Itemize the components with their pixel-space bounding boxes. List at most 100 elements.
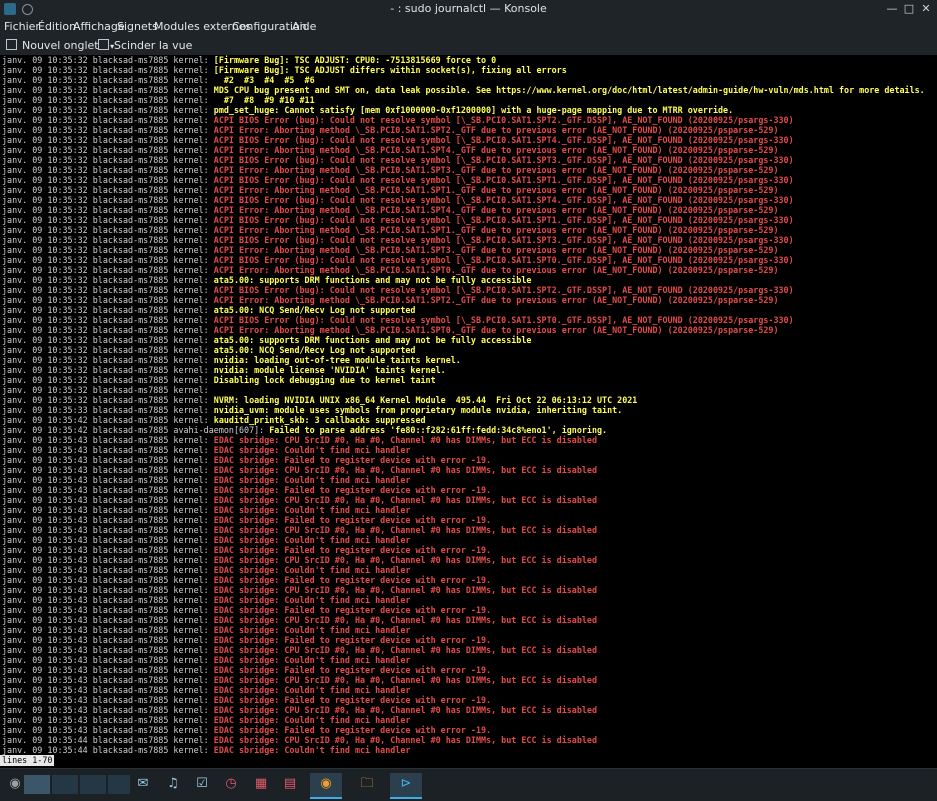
close-icon[interactable]: ✕ (919, 2, 933, 16)
menu-fichier[interactable]: Fichier (4, 20, 40, 33)
menu-signets[interactable]: Signets (117, 20, 158, 33)
app-launcher-icon[interactable]: ◉ (4, 773, 26, 795)
mail-icon[interactable]: ✉ (132, 773, 154, 795)
split-view-button[interactable]: Scinder la vue (98, 38, 192, 53)
log-prefix: janv. 09 10:35:32 blacksad-ms7885 kernel… (2, 315, 214, 325)
menu-aide[interactable]: Aide (292, 20, 316, 33)
log-line: janv. 09 10:35:32 blacksad-ms7885 kernel… (2, 145, 779, 155)
log-line: janv. 09 10:35:43 blacksad-ms7885 kernel… (2, 595, 410, 605)
log-message: ACPI BIOS Error (bug): Could not resolve… (213, 195, 794, 205)
log-message: EDAC sbridge: Couldn't find mci handler (213, 445, 411, 455)
log-message: EDAC sbridge: Couldn't find mci handler (213, 685, 411, 695)
new-tab-label: Nouvel onglet (22, 39, 99, 52)
log-prefix: janv. 09 10:35:32 blacksad-ms7885 kernel… (2, 135, 214, 145)
log-line: janv. 09 10:35:43 blacksad-ms7885 kernel… (2, 695, 491, 705)
log-message: ACPI Error: Aborting method \_SB.PCI0.SA… (213, 125, 779, 135)
log-line: janv. 09 10:35:43 blacksad-ms7885 kernel… (2, 685, 410, 695)
log-prefix: janv. 09 10:35:32 blacksad-ms7885 kernel… (2, 275, 214, 285)
log-message: EDAC sbridge: Failed to register device … (213, 485, 492, 495)
log-message: ata5.00: supports DRM functions and may … (213, 275, 532, 285)
log-line: janv. 09 10:35:32 blacksad-ms7885 kernel… (2, 115, 794, 125)
log-prefix: janv. 09 10:35:43 blacksad-ms7885 kernel… (2, 575, 214, 585)
calendar-icon[interactable]: ▤ (279, 773, 301, 795)
tasks-icon[interactable]: ☑ (191, 773, 213, 795)
log-message: ACPI BIOS Error (bug): Could not resolve… (213, 115, 794, 125)
log-prefix: janv. 09 10:35:32 blacksad-ms7885 kernel… (2, 375, 214, 385)
log-message: ACPI BIOS Error (bug): Could not resolve… (213, 215, 794, 225)
log-prefix: janv. 09 10:35:43 blacksad-ms7885 kernel… (2, 465, 214, 475)
log-prefix: janv. 09 10:35:32 blacksad-ms7885 kernel… (2, 95, 214, 105)
log-line: janv. 09 10:35:32 blacksad-ms7885 kernel… (2, 295, 779, 305)
log-prefix: janv. 09 10:35:43 blacksad-ms7885 kernel… (2, 545, 214, 555)
log-prefix: janv. 09 10:35:43 blacksad-ms7885 kernel… (2, 615, 214, 625)
konsole-icon[interactable]: ⊳ (390, 773, 422, 799)
log-prefix: janv. 09 10:35:32 blacksad-ms7885 kernel… (2, 85, 214, 95)
log-line: janv. 09 10:35:43 blacksad-ms7885 kernel… (2, 515, 491, 525)
log-line: janv. 09 10:35:43 blacksad-ms7885 kernel… (2, 625, 410, 635)
music-icon[interactable]: ♫ (162, 773, 184, 795)
log-line: janv. 09 10:35:43 blacksad-ms7885 kernel… (2, 485, 491, 495)
log-line: janv. 09 10:35:32 blacksad-ms7885 kernel… (2, 365, 446, 375)
log-prefix: janv. 09 10:35:43 blacksad-ms7885 kernel… (2, 695, 214, 705)
minimize-icon[interactable]: — (885, 2, 899, 16)
log-message: EDAC sbridge: CPU SrcID #0, Ha #0, Chann… (213, 525, 597, 535)
log-prefix: janv. 09 10:35:32 blacksad-ms7885 kernel… (2, 215, 214, 225)
log-line: janv. 09 10:35:32 blacksad-ms7885 kernel… (2, 305, 415, 315)
log-line: janv. 09 10:35:32 blacksad-ms7885 kernel… (2, 125, 779, 135)
log-message: EDAC sbridge: CPU SrcID #0, Ha #0, Chann… (213, 495, 597, 505)
log-prefix: janv. 09 10:35:43 blacksad-ms7885 kernel… (2, 565, 214, 575)
log-message: ACPI BIOS Error (bug): Could not resolve… (213, 135, 794, 145)
log-prefix: janv. 09 10:35:32 blacksad-ms7885 kernel… (2, 75, 214, 85)
calculator-icon[interactable]: ▦ (250, 773, 272, 795)
log-line: janv. 09 10:35:32 blacksad-ms7885 kernel… (2, 185, 779, 195)
log-message: EDAC sbridge: Failed to register device … (213, 605, 492, 615)
log-line: janv. 09 10:35:43 blacksad-ms7885 kernel… (2, 725, 491, 735)
log-line: janv. 09 10:35:32 blacksad-ms7885 kernel… (2, 195, 794, 205)
virtual-desktop-1[interactable] (24, 775, 50, 794)
log-line: janv. 09 10:35:43 blacksad-ms7885 kernel… (2, 555, 597, 565)
log-prefix: janv. 09 10:35:32 blacksad-ms7885 kernel… (2, 225, 214, 235)
pager-status: lines 1-70 (0, 755, 55, 766)
log-prefix: janv. 09 10:35:43 blacksad-ms7885 kernel… (2, 485, 214, 495)
log-prefix: janv. 09 10:35:43 blacksad-ms7885 kernel… (2, 525, 214, 535)
log-prefix: janv. 09 10:35:32 blacksad-ms7885 kernel… (2, 395, 214, 405)
system-monitor-icon[interactable]: ◷ (220, 773, 242, 795)
log-prefix: janv. 09 10:35:32 blacksad-ms7885 kernel… (2, 385, 214, 395)
log-message: kauditd_printk_skb: 3 callbacks suppress… (213, 415, 426, 425)
menu-edition[interactable]: Édition (38, 20, 76, 33)
log-message: ACPI BIOS Error (bug): Could not resolve… (213, 235, 794, 245)
log-message: ata5.00: NCQ Send/Recv Log not supported (213, 305, 416, 315)
log-message: EDAC sbridge: CPU SrcID #0, Ha #0, Chann… (213, 675, 597, 685)
log-line: janv. 09 10:35:32 blacksad-ms7885 kernel… (2, 55, 496, 65)
log-prefix: janv. 09 10:35:43 blacksad-ms7885 kernel… (2, 555, 214, 565)
log-prefix: janv. 09 10:35:43 blacksad-ms7885 kernel… (2, 535, 214, 545)
log-prefix: janv. 09 10:35:32 blacksad-ms7885 kernel… (2, 205, 214, 215)
log-message: EDAC sbridge: Failed to register device … (213, 515, 492, 525)
log-line: janv. 09 10:35:43 blacksad-ms7885 kernel… (2, 715, 410, 725)
log-prefix: janv. 09 10:35:43 blacksad-ms7885 kernel… (2, 495, 214, 505)
maximize-icon[interactable]: □ (902, 2, 916, 16)
log-prefix: janv. 09 10:35:43 blacksad-ms7885 kernel… (2, 445, 214, 455)
log-line: janv. 09 10:35:32 blacksad-ms7885 kernel… (2, 275, 531, 285)
file-manager-icon[interactable]: 🗀 (356, 773, 378, 795)
log-message: ACPI Error: Aborting method \_SB.PCI0.SA… (213, 225, 779, 235)
log-line: janv. 09 10:35:43 blacksad-ms7885 kernel… (2, 465, 597, 475)
log-message: ACPI BIOS Error (bug): Could not resolve… (213, 155, 794, 165)
window-titlebar[interactable]: - : sudo journalctl — Konsole — □ ✕ (0, 0, 937, 18)
firefox-icon[interactable]: ◉ (310, 773, 342, 799)
log-line: janv. 09 10:35:32 blacksad-ms7885 kernel… (2, 255, 794, 265)
virtual-desktop-3[interactable] (80, 775, 106, 794)
menubar: Fichier Édition Affichage Signets Module… (0, 18, 937, 36)
log-message: EDAC sbridge: Couldn't find mci handler (213, 535, 411, 545)
log-message: EDAC sbridge: Failed to register device … (213, 635, 492, 645)
log-message: [Firmware Bug]: TSC ADJUST differs withi… (213, 65, 567, 75)
log-message: EDAC sbridge: Couldn't find mci handler (213, 475, 411, 485)
log-line: janv. 09 10:35:32 blacksad-ms7885 kernel… (2, 175, 794, 185)
log-line: janv. 09 10:35:43 blacksad-ms7885 kernel… (2, 615, 597, 625)
log-line: janv. 09 10:35:43 blacksad-ms7885 kernel… (2, 675, 597, 685)
virtual-desktop-2[interactable] (52, 775, 78, 794)
log-line: janv. 09 10:35:43 blacksad-ms7885 kernel… (2, 435, 597, 445)
split-view-label: Scinder la vue (114, 39, 193, 52)
virtual-desktop-4[interactable] (108, 775, 130, 794)
terminal-output[interactable]: janv. 09 10:35:32 blacksad-ms7885 kernel… (0, 55, 937, 768)
